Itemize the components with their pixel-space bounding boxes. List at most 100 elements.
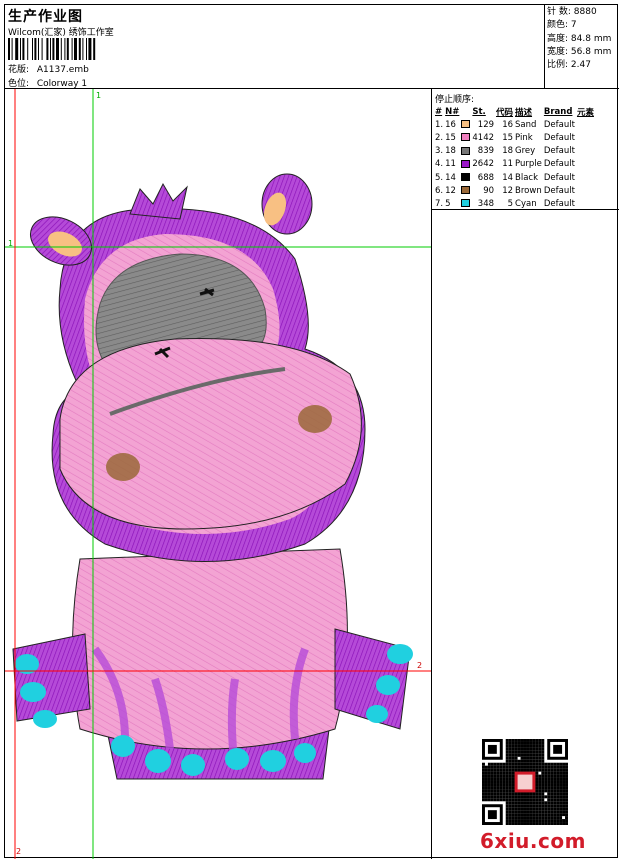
- design-file-label: 花版:: [8, 65, 30, 75]
- colorway-value: Colorway 1: [36, 79, 88, 89]
- row-code: 12: [502, 185, 514, 196]
- color-swatch-icon: [461, 120, 471, 129]
- col-stitches: St.: [472, 106, 486, 117]
- panel-divider: [432, 209, 619, 210]
- row-needle: 15: [445, 132, 456, 143]
- hippo-embroidery-illustration: [5, 89, 431, 859]
- stat-label: 针 数:: [547, 7, 571, 17]
- stop-sequence-table: # N# St. 代码 描述 Brand 元素 1. 16 129 16 Sand Def…: [434, 105, 595, 211]
- row-brand: Default: [543, 132, 575, 143]
- table-row: 5. 14 688 14 Black Default: [434, 171, 595, 184]
- row-stitches: 129: [477, 119, 495, 130]
- row-description: Sand: [515, 119, 537, 130]
- row-code: 15: [502, 132, 514, 143]
- design-canvas[interactable]: 1 1 2 2: [5, 89, 432, 859]
- row-description: Pink: [515, 132, 533, 143]
- barcode-icon: [8, 38, 96, 60]
- corner-label-right: 2: [417, 661, 423, 670]
- stat-colors: 颜色: 7: [547, 19, 617, 32]
- stat-label: 高度:: [547, 33, 569, 44]
- header-panel: 生产作业图 Wilcom(汇家) 绣饰工作室 花版: A1137.emb 色位:…: [5, 5, 545, 89]
- stat-scale: 比例: 2.47: [547, 59, 617, 72]
- stat-value: 8880: [573, 7, 597, 17]
- row-description: Brown: [515, 185, 542, 196]
- color-swatch: [460, 131, 471, 144]
- row-description: Grey: [515, 146, 536, 157]
- stat-label: 宽度:: [547, 46, 569, 57]
- row-code: 16: [502, 119, 514, 130]
- table-header-row: # N# St. 代码 描述 Brand 元素: [434, 105, 595, 118]
- corner-label-left: 1: [8, 239, 14, 248]
- row-brand: Default: [543, 172, 575, 183]
- row-code: 14: [502, 172, 514, 183]
- stats-panel: 针 数: 8880 颜色: 7 高度: 84.8 mm 宽度: 56.8 mm …: [545, 5, 619, 89]
- row-needle: 12: [445, 185, 456, 196]
- stat-width: 宽度: 56.8 mm: [547, 46, 617, 59]
- color-swatch: [460, 145, 471, 158]
- col-element: 元素: [576, 107, 594, 118]
- color-swatch-icon: [461, 159, 471, 168]
- table-row: 3. 18 839 18 Grey Default: [434, 145, 595, 158]
- col-index: #: [435, 106, 443, 117]
- site-logo[interactable]: 6xiu.com: [480, 829, 586, 853]
- corner-label-bottom: 2: [16, 847, 22, 856]
- stat-stitches: 针 数: 8880: [547, 6, 617, 19]
- row-brand: Default: [543, 159, 575, 170]
- color-swatch: [460, 118, 471, 131]
- stat-value: 84.8 mm: [570, 33, 612, 44]
- col-swatch: [460, 105, 471, 118]
- production-worksheet: 生产作业图 Wilcom(汇家) 绣饰工作室 花版: A1137.emb 色位:…: [4, 4, 619, 859]
- color-swatch-icon: [461, 133, 471, 142]
- table-row: 4. 11 2642 11 Purple Default: [434, 158, 595, 171]
- row-index: 3.: [435, 146, 444, 157]
- row-description: Purple: [515, 159, 542, 170]
- stat-value: 2.47: [570, 60, 591, 71]
- row-stitches: 4142: [472, 132, 495, 143]
- color-swatch: [460, 158, 471, 171]
- row-brand: Default: [543, 185, 575, 196]
- color-swatch-icon: [461, 146, 471, 155]
- row-brand: Default: [543, 146, 575, 157]
- color-swatch-icon: [461, 186, 471, 195]
- design-file-row: 花版: A1137.emb: [8, 62, 89, 75]
- col-code: 代码: [496, 107, 514, 118]
- row-stitches: 688: [477, 172, 495, 183]
- row-brand: Default: [543, 119, 575, 130]
- stat-value: 56.8 mm: [570, 46, 612, 57]
- row-stitches: 90: [483, 185, 495, 196]
- row-index: 2.: [435, 132, 444, 143]
- row-needle: 16: [445, 119, 456, 130]
- row-index: 6.: [435, 185, 444, 196]
- col-needle: N#: [445, 106, 460, 117]
- stat-label: 比例:: [547, 60, 569, 71]
- color-swatch: [460, 184, 471, 197]
- row-code: 18: [502, 146, 514, 157]
- colorway-label: 色位:: [8, 79, 30, 89]
- row-index: 4.: [435, 159, 444, 170]
- row-code: 11: [502, 159, 514, 170]
- corner-label-top: 1: [96, 91, 102, 100]
- color-swatch: [460, 171, 471, 184]
- row-index: 1.: [435, 119, 444, 130]
- design-file-value: A1137.emb: [36, 65, 89, 75]
- row-description: Black: [515, 172, 539, 183]
- row-needle: 11: [445, 159, 456, 170]
- row-needle: 14: [445, 172, 456, 183]
- col-description: 描述: [515, 107, 533, 118]
- row-stitches: 839: [477, 146, 495, 157]
- page-title: 生产作业图: [8, 9, 83, 25]
- table-row: 6. 12 90 12 Brown Default: [434, 184, 595, 197]
- table-row: 2. 15 4142 15 Pink Default: [434, 131, 595, 144]
- qr-code-icon[interactable]: [482, 739, 568, 825]
- color-swatch-icon: [461, 199, 471, 208]
- color-swatch-icon: [461, 173, 471, 182]
- row-index: 5.: [435, 172, 444, 183]
- col-brand: Brand: [543, 106, 573, 117]
- stat-label: 颜色:: [547, 20, 569, 31]
- table-row: 1. 16 129 16 Sand Default: [434, 118, 595, 131]
- subtitle: Wilcom(汇家) 绣饰工作室: [8, 28, 114, 38]
- row-needle: 18: [445, 146, 456, 157]
- stat-height: 高度: 84.8 mm: [547, 33, 617, 46]
- row-stitches: 2642: [472, 159, 495, 170]
- stat-value: 7: [570, 20, 577, 31]
